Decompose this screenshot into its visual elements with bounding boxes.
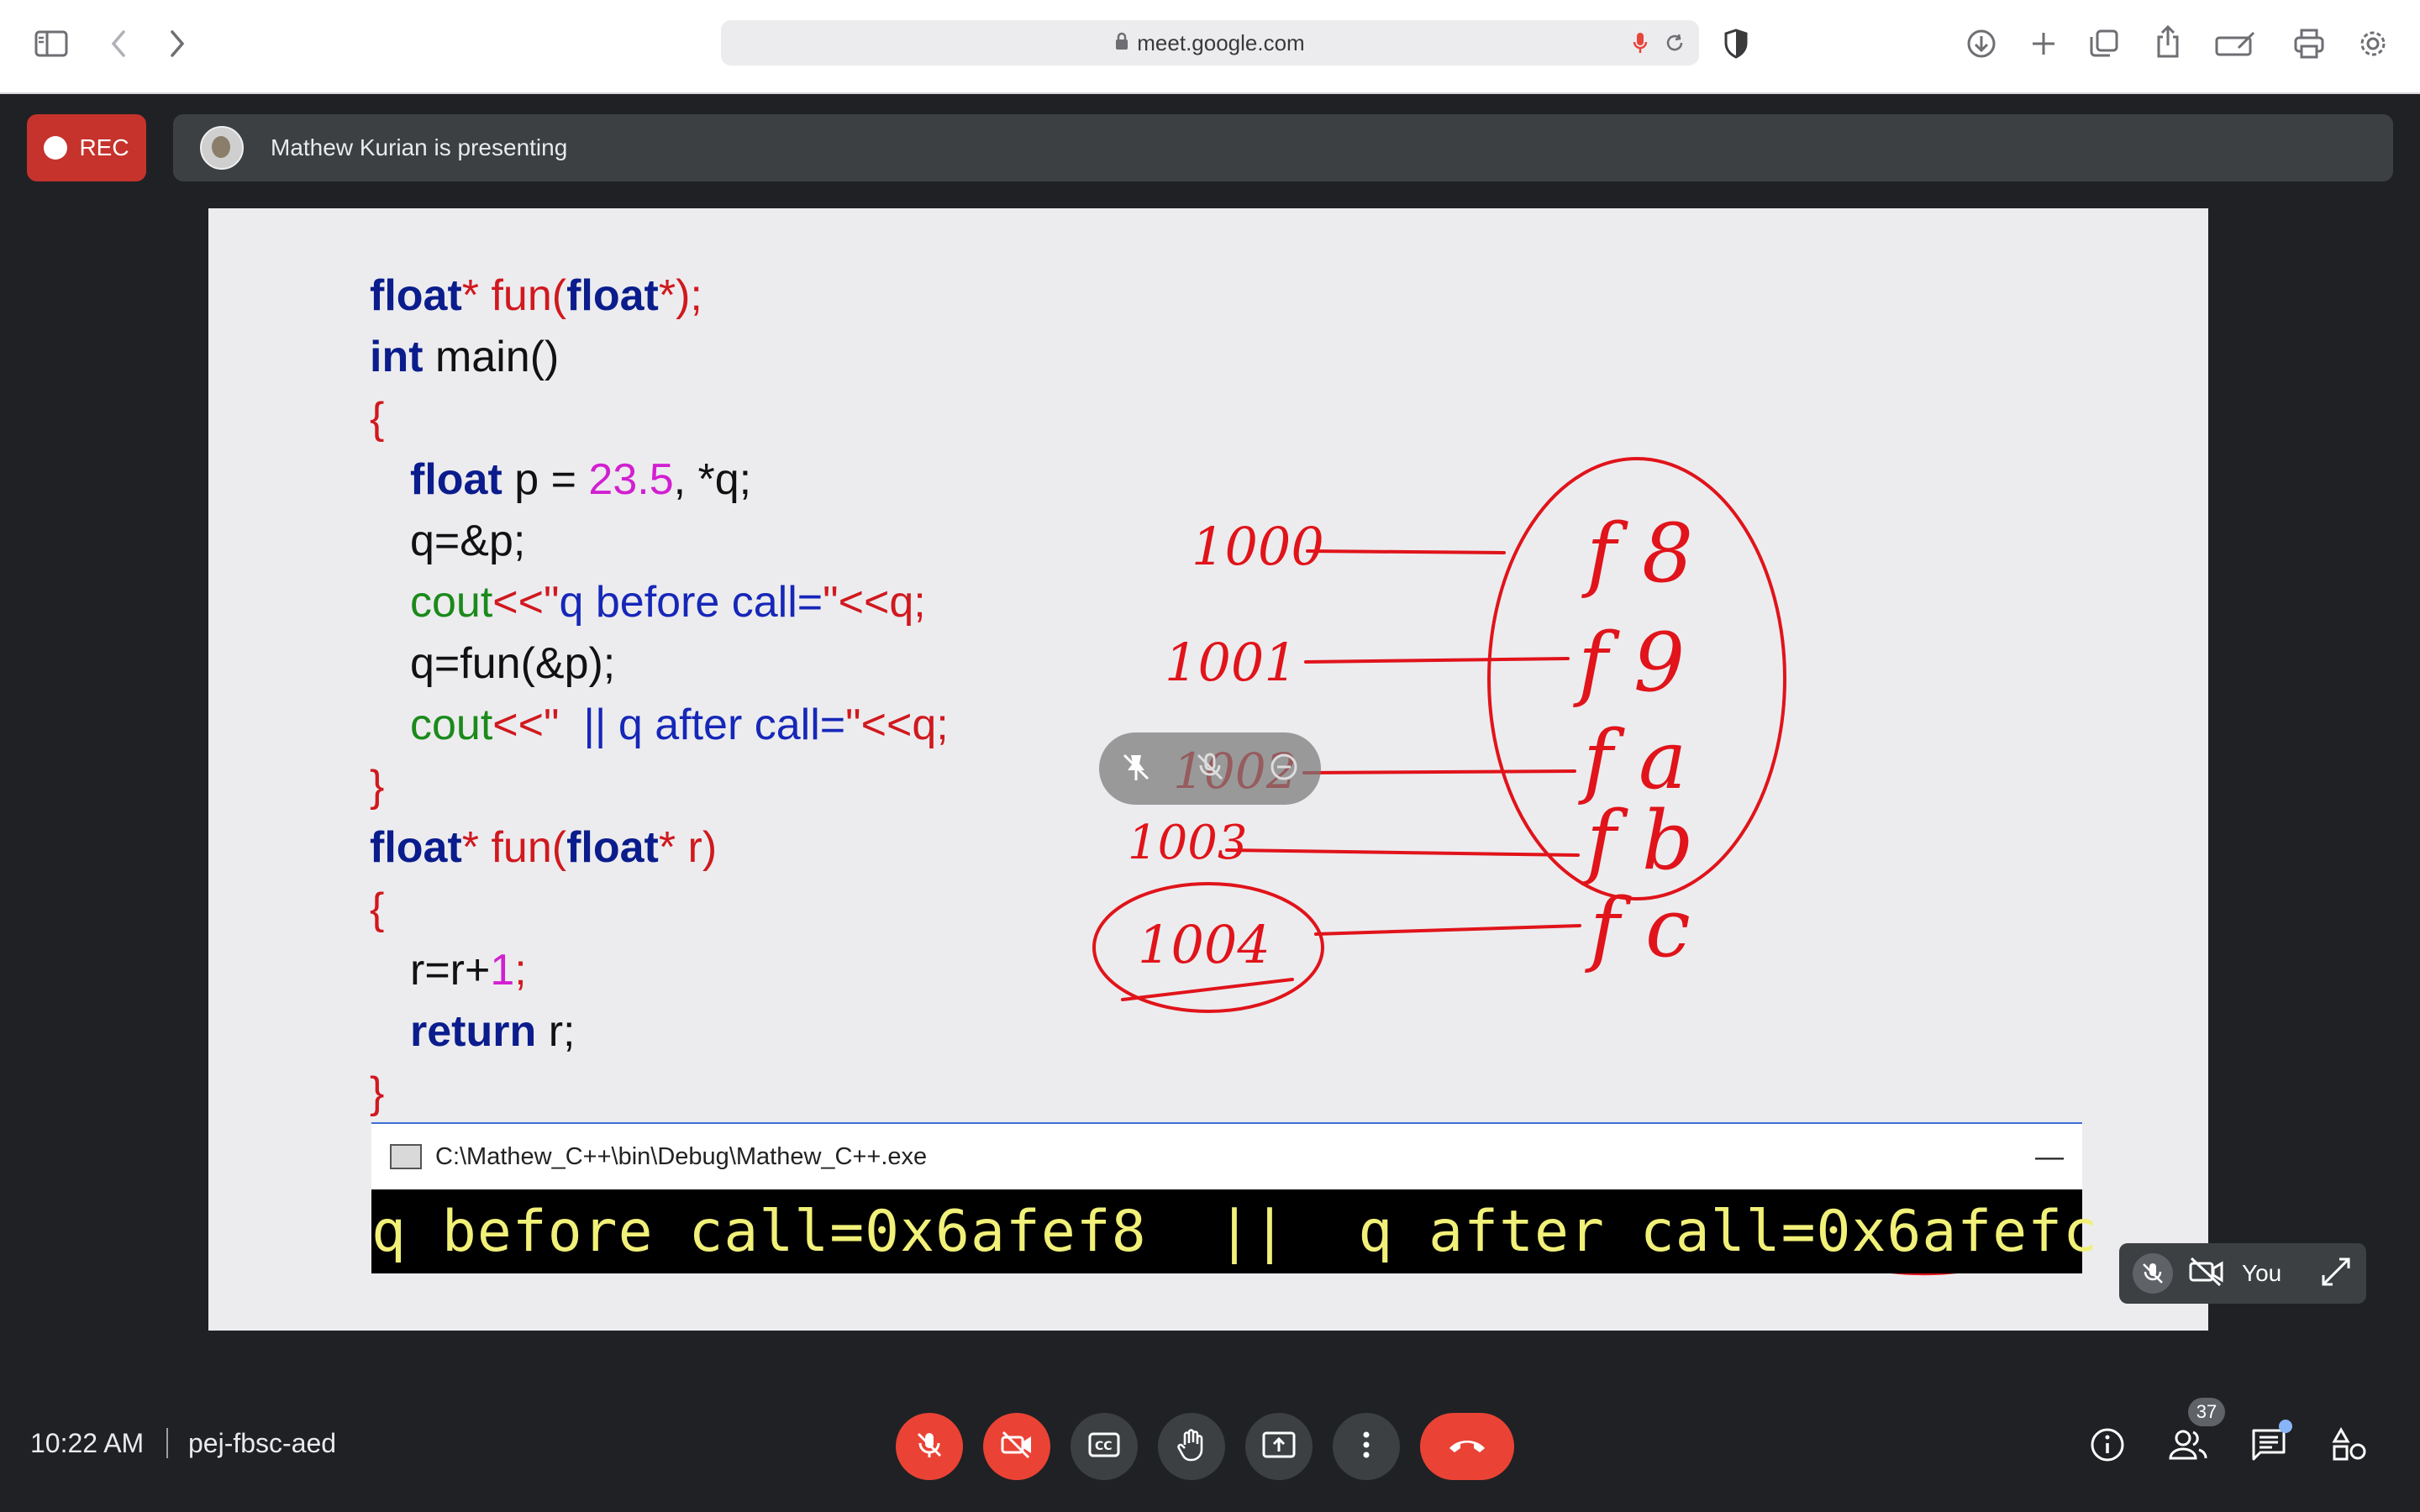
chat-icon (2250, 1427, 2287, 1467)
print-icon[interactable] (2291, 25, 2328, 62)
rec-label: REC (79, 134, 129, 160)
share-icon[interactable] (2151, 24, 2185, 60)
console-titlebar: C:\Mathew_C++\bin\Debug\Mathew_C++.exe — (371, 1124, 2082, 1189)
camera-off-icon (1000, 1430, 1034, 1464)
clock-time: 10:22 AM (30, 1428, 145, 1458)
raise-hand-button[interactable] (1158, 1413, 1225, 1480)
addr-label: 1003 (1128, 816, 1248, 870)
back-icon[interactable] (106, 25, 131, 62)
info-icon (2089, 1426, 2126, 1467)
record-dot-icon (44, 136, 68, 160)
settings-icon[interactable] (2354, 25, 2391, 62)
recording-badge: REC (27, 114, 146, 181)
tabs-icon[interactable] (2087, 27, 2121, 60)
people-button[interactable] (2163, 1421, 2213, 1472)
tile-overlay-controls (1099, 732, 1321, 805)
toggle-mic-button[interactable] (896, 1413, 963, 1480)
toggle-camera-button[interactable] (983, 1413, 1050, 1480)
avatar (200, 126, 244, 170)
hang-up-icon (1446, 1435, 1488, 1459)
console-window: C:\Mathew_C++\bin\Debug\Mathew_C++.exe —… (371, 1122, 2099, 1273)
shield-icon[interactable] (1721, 25, 1751, 62)
console-app-icon (390, 1144, 422, 1169)
byte-label: f 9 (1573, 616, 1685, 710)
meeting-details-button[interactable] (2082, 1421, 2133, 1472)
new-tab-icon[interactable] (2027, 27, 2060, 60)
addr-label: 1004 (1138, 914, 1270, 975)
divider (166, 1428, 168, 1458)
remove-icon[interactable] (1267, 750, 1301, 788)
more-vert-icon (1362, 1431, 1370, 1463)
people-icon (2168, 1428, 2208, 1466)
captions-button[interactable]: CC (1071, 1413, 1138, 1480)
more-options-button[interactable] (1333, 1413, 1400, 1480)
present-icon (1262, 1431, 1296, 1463)
meeting-code: pej-fbsc-aed (188, 1428, 337, 1458)
camera-off-icon (2188, 1257, 2225, 1291)
forward-icon[interactable] (165, 25, 190, 62)
minimize-icon: — (2035, 1141, 2064, 1173)
url-text: meet.google.com (1137, 29, 1305, 55)
presenting-text: Mathew Kurian is presenting (271, 134, 568, 160)
captions-icon: CC (1088, 1431, 1120, 1462)
self-view-tile[interactable]: You (2119, 1243, 2366, 1304)
byte-label: f c (1585, 881, 1691, 975)
reload-icon[interactable] (1662, 30, 1687, 55)
activities-button[interactable] (2324, 1421, 2375, 1472)
mute-remote-icon[interactable] (1193, 750, 1227, 788)
self-label: You (2242, 1260, 2282, 1286)
markup-icon[interactable] (2213, 27, 2259, 60)
download-icon[interactable] (1965, 27, 1998, 60)
lock-icon (1115, 30, 1128, 56)
presenter-banner: Mathew Kurian is presenting (173, 114, 2393, 181)
hand-icon (1176, 1428, 1207, 1466)
leave-call-button[interactable] (1420, 1413, 1514, 1480)
svg-text:CC: CC (1095, 1440, 1113, 1453)
addr-label: 1000 (1192, 516, 1324, 577)
unread-dot (2279, 1420, 2292, 1433)
browser-toolbar: meet.google.com (0, 0, 2420, 94)
mic-off-icon (914, 1430, 944, 1464)
mic-off-icon (2133, 1253, 2173, 1294)
addr-label: 1001 (1165, 632, 1297, 693)
console-output: q before call=0x6afef8 || q after call=0… (371, 1198, 2099, 1265)
mic-icon[interactable] (1630, 30, 1650, 55)
byte-label: f b (1581, 794, 1694, 888)
console-title: C:\Mathew_C++\bin\Debug\Mathew_C++.exe (435, 1142, 928, 1170)
participants-count-badge: 37 (2188, 1398, 2225, 1426)
activities-icon (2331, 1426, 2368, 1467)
byte-label: f 8 (1581, 507, 1693, 601)
expand-icon[interactable] (2321, 1257, 2351, 1291)
unpin-icon[interactable] (1119, 750, 1153, 788)
present-button[interactable] (1245, 1413, 1313, 1480)
sidebar-icon[interactable] (32, 27, 71, 60)
address-bar[interactable]: meet.google.com (721, 20, 1699, 66)
